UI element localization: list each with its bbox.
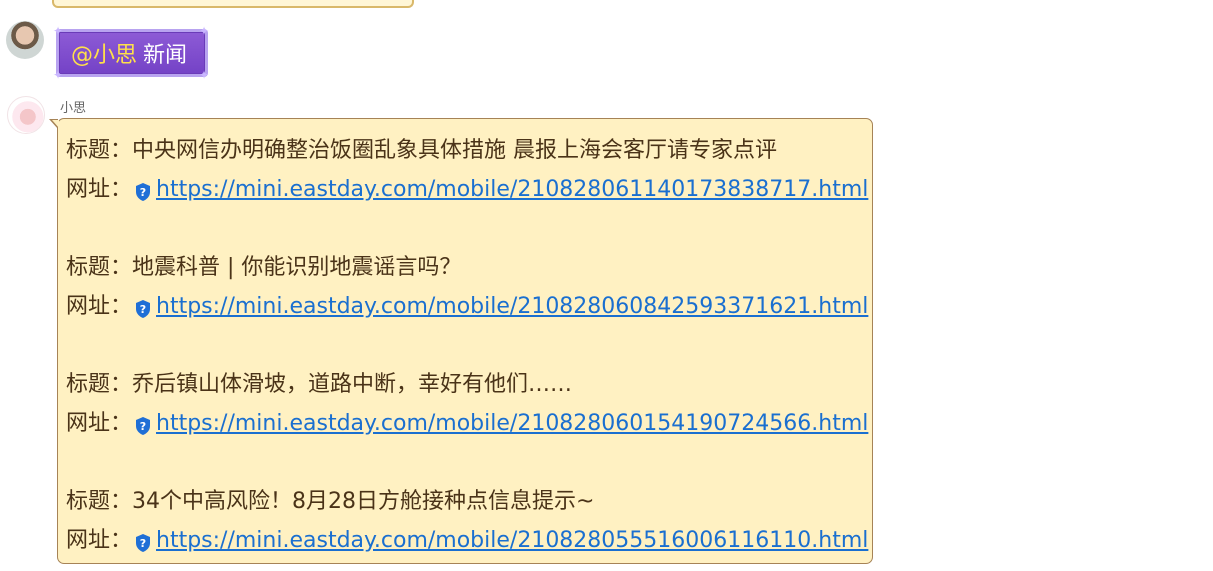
news-message-bubble: 标题： 中央网信办明确整治饭圈乱象具体措施 晨报上海会客厅请专家点评 网址： ?… (49, 118, 873, 564)
url-label: 网址： (66, 527, 133, 553)
news-url-line: 网址： ? https://mini.eastday.com/mobile/21… (66, 170, 872, 209)
news-url-line: 网址： ? https://mini.eastday.com/mobile/21… (66, 287, 872, 326)
news-title-line: 标题： 地震科普 | 你能识别地震谣言吗？ (66, 248, 872, 287)
news-link[interactable]: https://mini.eastday.com/mobile/21082806… (156, 173, 868, 207)
url-label: 网址： (66, 410, 133, 436)
news-title: 34个中高风险！8月28日方舱接种点信息提示~ (132, 488, 595, 514)
command-message-bubble: ✦ ✦ ✦ ✦ @小思 新闻 (53, 25, 209, 81)
news-link[interactable]: https://mini.eastday.com/mobile/21082806… (156, 407, 868, 441)
title-label: 标题： (66, 488, 133, 514)
news-title-line: 标题： 乔后镇山体滑坡，道路中断，幸好有他们…… (66, 365, 872, 404)
shield-question-icon: ? (136, 182, 151, 201)
mention-text[interactable]: @小思 (71, 37, 137, 69)
svg-text:?: ? (140, 420, 146, 433)
bubble-ornament-icon: ✦ (53, 24, 64, 38)
news-title-line: 标题： 34个中高风险！8月28日方舱接种点信息提示~ (66, 482, 872, 521)
bubble-ornament-icon: ✦ (199, 24, 210, 38)
svg-text:?: ? (140, 303, 146, 316)
bubble-ornament-icon: ✦ (53, 68, 64, 82)
command-text: 新闻 (143, 43, 188, 68)
shield-question-icon: ? (136, 416, 151, 435)
news-title: 地震科普 | 你能识别地震谣言吗？ (132, 254, 462, 280)
news-url-line: 网址： ? https://mini.eastday.com/mobile/21… (66, 404, 872, 443)
title-label: 标题： (66, 254, 133, 280)
news-link[interactable]: https://mini.eastday.com/mobile/21082805… (156, 524, 868, 558)
svg-text:?: ? (140, 186, 146, 199)
bot-avatar[interactable] (7, 96, 45, 134)
news-title: 乔后镇山体滑坡，道路中断，幸好有他们…… (132, 371, 573, 397)
news-link[interactable]: https://mini.eastday.com/mobile/21082806… (156, 290, 868, 324)
news-title-line: 标题： 中央网信办明确整治饭圈乱象具体措施 晨报上海会客厅请专家点评 (66, 131, 872, 170)
shield-question-icon: ? (136, 533, 151, 552)
shield-question-icon: ? (136, 299, 151, 318)
sender-name: 小思 (60, 101, 87, 116)
chat-view: ✦ ✦ ✦ ✦ @小思 新闻 小思 标题： 中央网信办明确整治饭圈乱象具体措施 … (0, 0, 1213, 571)
svg-text:?: ? (140, 537, 146, 550)
url-label: 网址： (66, 176, 133, 202)
title-label: 标题： (66, 371, 133, 397)
news-url-line: 网址： ? https://mini.eastday.com/mobile/21… (66, 521, 872, 560)
bubble-ornament-icon: ✦ (199, 68, 210, 82)
title-label: 标题： (66, 137, 133, 163)
previous-message-bubble (52, 0, 414, 8)
user-avatar[interactable] (6, 21, 44, 59)
url-label: 网址： (66, 293, 133, 319)
news-title: 中央网信办明确整治饭圈乱象具体措施 晨报上海会客厅请专家点评 (132, 137, 778, 163)
